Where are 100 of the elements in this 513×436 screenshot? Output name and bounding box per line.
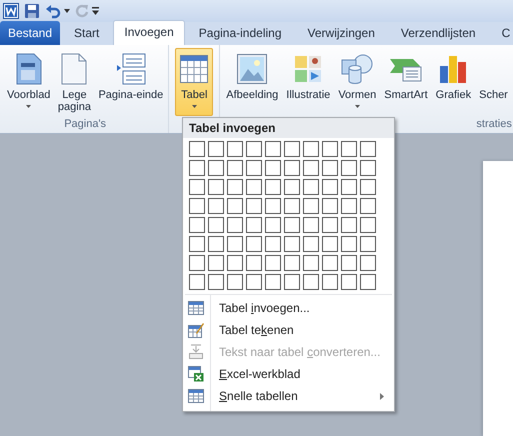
grid-square[interactable] — [246, 274, 262, 290]
grid-square[interactable] — [341, 255, 357, 271]
ribbon-tab[interactable]: Start — [62, 21, 112, 45]
grid-square[interactable] — [265, 179, 281, 195]
grid-square[interactable] — [360, 255, 376, 271]
file-tab[interactable]: Bestand — [0, 21, 60, 45]
grid-square[interactable] — [322, 160, 338, 176]
ribbon-button[interactable]: Scher — [475, 48, 512, 116]
grid-square[interactable] — [189, 198, 205, 214]
grid-square[interactable] — [360, 236, 376, 252]
undo-icon[interactable] — [45, 3, 61, 19]
menu-item[interactable]: Tabel tekenen — [211, 319, 394, 341]
grid-square[interactable] — [341, 160, 357, 176]
grid-square[interactable] — [189, 160, 205, 176]
grid-square[interactable] — [265, 236, 281, 252]
grid-square[interactable] — [284, 217, 300, 233]
grid-square[interactable] — [227, 274, 243, 290]
grid-square[interactable] — [227, 236, 243, 252]
grid-square[interactable] — [322, 141, 338, 157]
grid-square[interactable] — [246, 236, 262, 252]
grid-square[interactable] — [208, 141, 224, 157]
grid-square[interactable] — [246, 179, 262, 195]
grid-square[interactable] — [227, 179, 243, 195]
grid-square[interactable] — [303, 160, 319, 176]
grid-square[interactable] — [246, 160, 262, 176]
ribbon-button[interactable]: Lege pagina — [53, 48, 96, 116]
grid-square[interactable] — [322, 217, 338, 233]
grid-square[interactable] — [246, 255, 262, 271]
grid-square[interactable] — [284, 274, 300, 290]
grid-square[interactable] — [227, 198, 243, 214]
grid-square[interactable] — [341, 198, 357, 214]
grid-square[interactable] — [227, 217, 243, 233]
grid-square[interactable] — [189, 141, 205, 157]
ribbon-button[interactable]: Voorblad — [4, 48, 54, 116]
ribbon-button[interactable]: Grafiek — [432, 48, 476, 116]
grid-square[interactable] — [303, 274, 319, 290]
grid-square[interactable] — [322, 274, 338, 290]
grid-square[interactable] — [322, 255, 338, 271]
menu-item[interactable]: Tabel invoegen... — [211, 297, 394, 319]
grid-square[interactable] — [227, 141, 243, 157]
grid-square[interactable] — [208, 160, 224, 176]
grid-square[interactable] — [189, 255, 205, 271]
customize-icon[interactable] — [92, 7, 99, 15]
grid-square[interactable] — [246, 217, 262, 233]
ribbon-button[interactable]: Tabel — [175, 48, 214, 116]
grid-square[interactable] — [246, 198, 262, 214]
grid-square[interactable] — [227, 160, 243, 176]
grid-square[interactable] — [303, 255, 319, 271]
ribbon-tab[interactable]: Verzendlijsten — [388, 21, 488, 45]
grid-square[interactable] — [360, 141, 376, 157]
ribbon-tab[interactable]: Verwijzingen — [296, 21, 387, 45]
ribbon-button[interactable]: SmartArt — [380, 48, 432, 116]
grid-square[interactable] — [341, 217, 357, 233]
grid-square[interactable] — [189, 274, 205, 290]
grid-square[interactable] — [322, 179, 338, 195]
grid-square[interactable] — [189, 217, 205, 233]
grid-square[interactable] — [284, 255, 300, 271]
grid-square[interactable] — [208, 198, 224, 214]
save-icon[interactable] — [24, 3, 40, 19]
grid-square[interactable] — [341, 179, 357, 195]
grid-square[interactable] — [360, 160, 376, 176]
grid-square[interactable] — [208, 179, 224, 195]
grid-square[interactable] — [360, 179, 376, 195]
grid-square[interactable] — [284, 179, 300, 195]
ribbon-button[interactable]: Afbeelding — [222, 48, 282, 116]
grid-square[interactable] — [360, 198, 376, 214]
grid-square[interactable] — [208, 255, 224, 271]
grid-square[interactable] — [341, 236, 357, 252]
grid-square[interactable] — [189, 179, 205, 195]
grid-square[interactable] — [265, 141, 281, 157]
ribbon-button[interactable]: Vormen — [334, 48, 380, 116]
grid-square[interactable] — [360, 274, 376, 290]
grid-square[interactable] — [246, 141, 262, 157]
grid-square[interactable] — [265, 198, 281, 214]
grid-square[interactable] — [303, 217, 319, 233]
caret-icon[interactable] — [64, 9, 70, 13]
ribbon-tab[interactable]: Pagina-indeling — [186, 21, 294, 45]
grid-square[interactable] — [303, 198, 319, 214]
ribbon-tab[interactable]: Invoegen — [113, 20, 185, 45]
grid-square[interactable] — [341, 141, 357, 157]
grid-square[interactable] — [265, 217, 281, 233]
grid-square[interactable] — [189, 236, 205, 252]
grid-square[interactable] — [265, 274, 281, 290]
menu-item[interactable]: Snelle tabellen — [211, 385, 394, 407]
grid-square[interactable] — [284, 198, 300, 214]
grid-square[interactable] — [265, 255, 281, 271]
menu-item[interactable]: Excel-werkblad — [211, 363, 394, 385]
grid-square[interactable] — [208, 217, 224, 233]
grid-square[interactable] — [303, 141, 319, 157]
grid-square[interactable] — [303, 236, 319, 252]
ribbon-button[interactable]: Pagina-einde — [95, 48, 166, 116]
grid-square[interactable] — [284, 141, 300, 157]
grid-square[interactable] — [322, 198, 338, 214]
grid-square[interactable] — [284, 236, 300, 252]
ribbon-button[interactable]: Illustratie — [282, 48, 334, 116]
grid-square[interactable] — [341, 274, 357, 290]
grid-square[interactable] — [284, 160, 300, 176]
grid-square[interactable] — [208, 236, 224, 252]
ribbon-tab[interactable]: C — [490, 21, 513, 45]
grid-square[interactable] — [360, 217, 376, 233]
